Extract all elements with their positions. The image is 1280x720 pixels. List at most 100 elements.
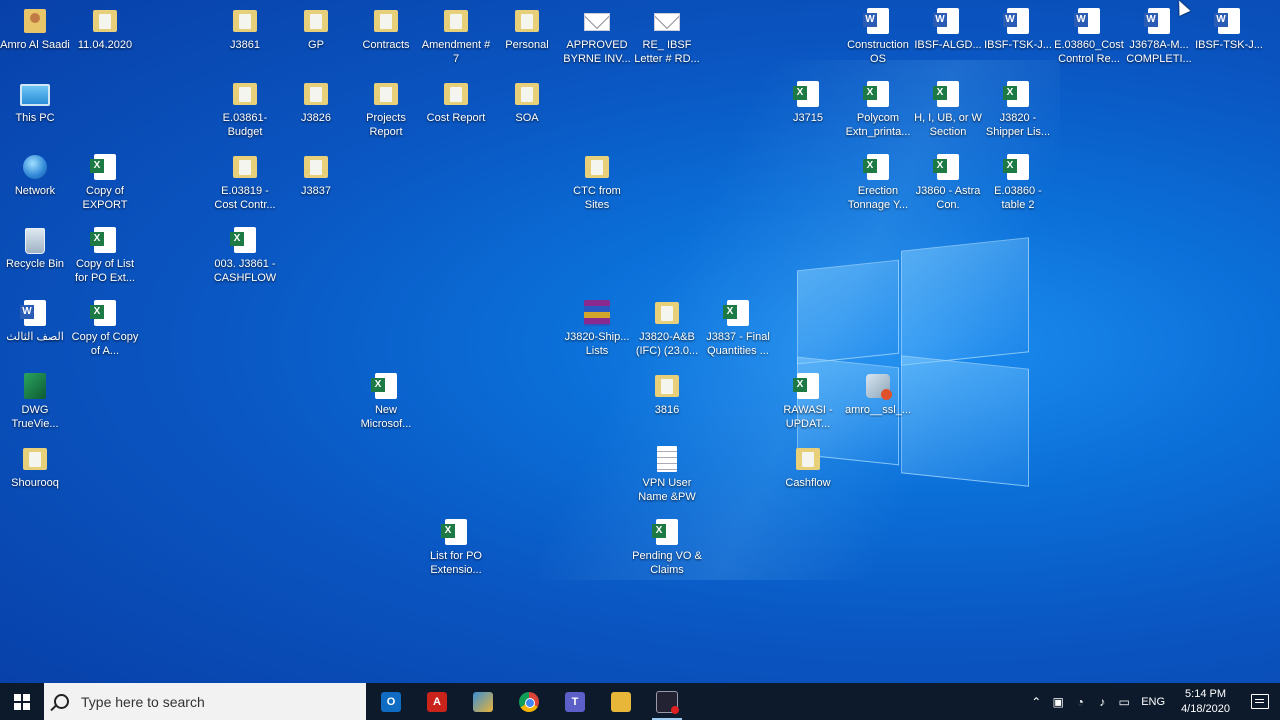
- desktop-icon[interactable]: CTC from Sites: [562, 152, 632, 212]
- desktop-icon[interactable]: X Erection Tonnage Y...: [843, 152, 913, 212]
- desktop-icon[interactable]: X RAWASI - UPDAT...: [773, 371, 843, 431]
- word-icon: W: [933, 8, 959, 34]
- taskbar-app-outlook[interactable]: O: [368, 683, 414, 720]
- desktop-icon[interactable]: This PC: [0, 79, 70, 125]
- desktop-icon[interactable]: J3837: [281, 152, 351, 198]
- desktop-icon[interactable]: X Copy of List for PO Ext...: [70, 225, 140, 285]
- desktop-icon[interactable]: X Copy of Copy of A...: [70, 298, 140, 358]
- desktop-icon[interactable]: W IBSF-TSK-J...: [1194, 6, 1264, 52]
- taskbar-app-teams[interactable]: T: [552, 683, 598, 720]
- desktop-icon[interactable]: Cost Report: [421, 79, 491, 125]
- archive-icon: [584, 300, 610, 326]
- files-icon: [473, 691, 493, 712]
- desktop-icon[interactable]: X J3860 - Astra Con.: [913, 152, 983, 212]
- battery-icon[interactable]: ▭: [1113, 683, 1135, 720]
- desktop-icon-label: 003. J3861 - CASHFLOW: [213, 258, 277, 284]
- taskbar-app-acrobat[interactable]: A: [414, 683, 460, 720]
- desktop-icon[interactable]: X 003. J3861 - CASHFLOW: [210, 225, 280, 285]
- desktop-icon-label: IBSF-ALGD...: [914, 39, 982, 51]
- folder-icon: [515, 83, 539, 105]
- windows-logo-pane-top-right: [901, 237, 1029, 366]
- network-icon: [23, 155, 47, 179]
- desktop-icon[interactable]: Shourooq: [0, 444, 70, 490]
- desktop-icon[interactable]: GP: [281, 6, 351, 52]
- desktop-icon-label: List for PO Extensio...: [430, 550, 482, 576]
- desktop-icon[interactable]: APPROVED BYRNE INV...: [562, 6, 632, 66]
- desktop-icon[interactable]: Personal: [492, 6, 562, 52]
- taskbar-app-recorder[interactable]: [644, 683, 690, 720]
- mail-icon: [654, 13, 680, 31]
- folder-icon: [304, 83, 328, 105]
- folder-icon: [515, 10, 539, 32]
- desktop-icon[interactable]: Amro Al Saadi: [0, 6, 70, 52]
- desktop-icon[interactable]: W Construction OS: [843, 6, 913, 66]
- desktop-icon[interactable]: E.03819 - Cost Contr...: [210, 152, 280, 212]
- desktop-icon-label: RE_ IBSF Letter # RD...: [634, 39, 700, 65]
- teams-icon: T: [565, 691, 585, 712]
- desktop-icon[interactable]: VPN User Name &PW: [632, 444, 702, 504]
- desktop-icon[interactable]: X Copy of EXPORT: [70, 152, 140, 212]
- windows-icon: [14, 693, 30, 710]
- taskbar-app-files[interactable]: [460, 683, 506, 720]
- desktop-icon[interactable]: X H, I, UB, or W Section: [913, 79, 983, 139]
- desktop-icon[interactable]: 11.04.2020: [70, 6, 140, 52]
- desktop-icon[interactable]: X Pending VO & Claims: [632, 517, 702, 577]
- desktop-icon-label: J3820 - Shipper Lis...: [985, 112, 1051, 138]
- desktop-icon-label: Cashflow: [785, 477, 831, 489]
- clock[interactable]: 5:14 PM 4/18/2020: [1171, 687, 1240, 717]
- desktop-icon[interactable]: W J3678A-M... COMPLETI...: [1124, 6, 1194, 66]
- desktop-icon[interactable]: J3826: [281, 79, 351, 125]
- wifi-icon[interactable]: ◔: [1069, 683, 1091, 720]
- desktop-icon[interactable]: X J3820 - Shipper Lis...: [983, 79, 1053, 139]
- start-button[interactable]: [0, 683, 44, 720]
- desktop-icon[interactable]: X New Microsof...: [351, 371, 421, 431]
- folder-icon: [23, 448, 47, 470]
- desktop-icon[interactable]: amro__ssl_...: [843, 371, 913, 417]
- desktop-icon[interactable]: Contracts: [351, 6, 421, 52]
- desktop-icon[interactable]: W IBSF-ALGD...: [913, 6, 983, 52]
- desktop-icon[interactable]: 3816: [632, 371, 702, 417]
- desktop-icon[interactable]: X E.03860 - table 2: [983, 152, 1053, 212]
- mail-icon: [584, 13, 610, 31]
- language-indicator[interactable]: ENG: [1135, 696, 1171, 708]
- desktop-icon[interactable]: SOA: [492, 79, 562, 125]
- desktop-icon[interactable]: DWG TrueVie...: [0, 371, 70, 431]
- desktop-icon[interactable]: W IBSF-TSK-J...: [983, 6, 1053, 52]
- excel-icon: X: [793, 81, 819, 107]
- excel-icon: X: [863, 154, 889, 180]
- tray-app-icon[interactable]: ▣: [1047, 683, 1069, 720]
- taskbar-pinned-apps: OA T: [368, 683, 690, 720]
- desktop-icon[interactable]: J3861: [210, 6, 280, 52]
- certificate-icon: [866, 374, 892, 400]
- taskbar-app-explorer[interactable]: [598, 683, 644, 720]
- desktop-icon-label: New Microsof...: [360, 404, 412, 430]
- excel-icon: X: [933, 81, 959, 107]
- folder-icon: [233, 83, 257, 105]
- desktop-icon[interactable]: W الصف الثالث: [0, 298, 70, 344]
- desktop-icon[interactable]: Amendment # 7: [421, 6, 491, 66]
- desktop-icon[interactable]: X List for PO Extensio...: [421, 517, 491, 577]
- taskbar-search-box[interactable]: Type here to search: [44, 683, 366, 720]
- desktop-icon[interactable]: E.03861-Budget: [210, 79, 280, 139]
- chevron-up-icon[interactable]: ⌃: [1025, 683, 1047, 720]
- desktop-icon[interactable]: Recycle Bin: [0, 225, 70, 271]
- desktop-icon[interactable]: Cashflow: [773, 444, 843, 490]
- desktop-icon[interactable]: Projects Report: [351, 79, 421, 139]
- folder-icon: [233, 156, 257, 178]
- search-placeholder: Type here to search: [81, 693, 205, 710]
- desktop-icon[interactable]: W E.03860_Cost Control Re...: [1054, 6, 1124, 66]
- taskbar-app-chrome[interactable]: [506, 683, 552, 720]
- volume-icon[interactable]: ♪: [1091, 683, 1113, 720]
- desktop-icon[interactable]: J3820-A&B (IFC) (23.0...: [632, 298, 702, 358]
- desktop-icon-label: Copy of List for PO Ext...: [75, 258, 135, 284]
- desktop-icon[interactable]: Network: [0, 152, 70, 198]
- desktop-icon[interactable]: X J3837 - Final Quantities ...: [703, 298, 773, 358]
- desktop-icon[interactable]: X J3715: [773, 79, 843, 125]
- desktop-icon[interactable]: J3820-Ship... Lists: [562, 298, 632, 358]
- desktop-icon[interactable]: RE_ IBSF Letter # RD...: [632, 6, 702, 66]
- desktop-icon[interactable]: X Polycom Extn_printa...: [843, 79, 913, 139]
- desktop-icon-label: J3861: [230, 39, 260, 51]
- excel-icon: X: [1003, 81, 1029, 107]
- desktop-icon-label: E.03819 - Cost Contr...: [214, 185, 276, 211]
- action-center-button[interactable]: [1240, 683, 1280, 720]
